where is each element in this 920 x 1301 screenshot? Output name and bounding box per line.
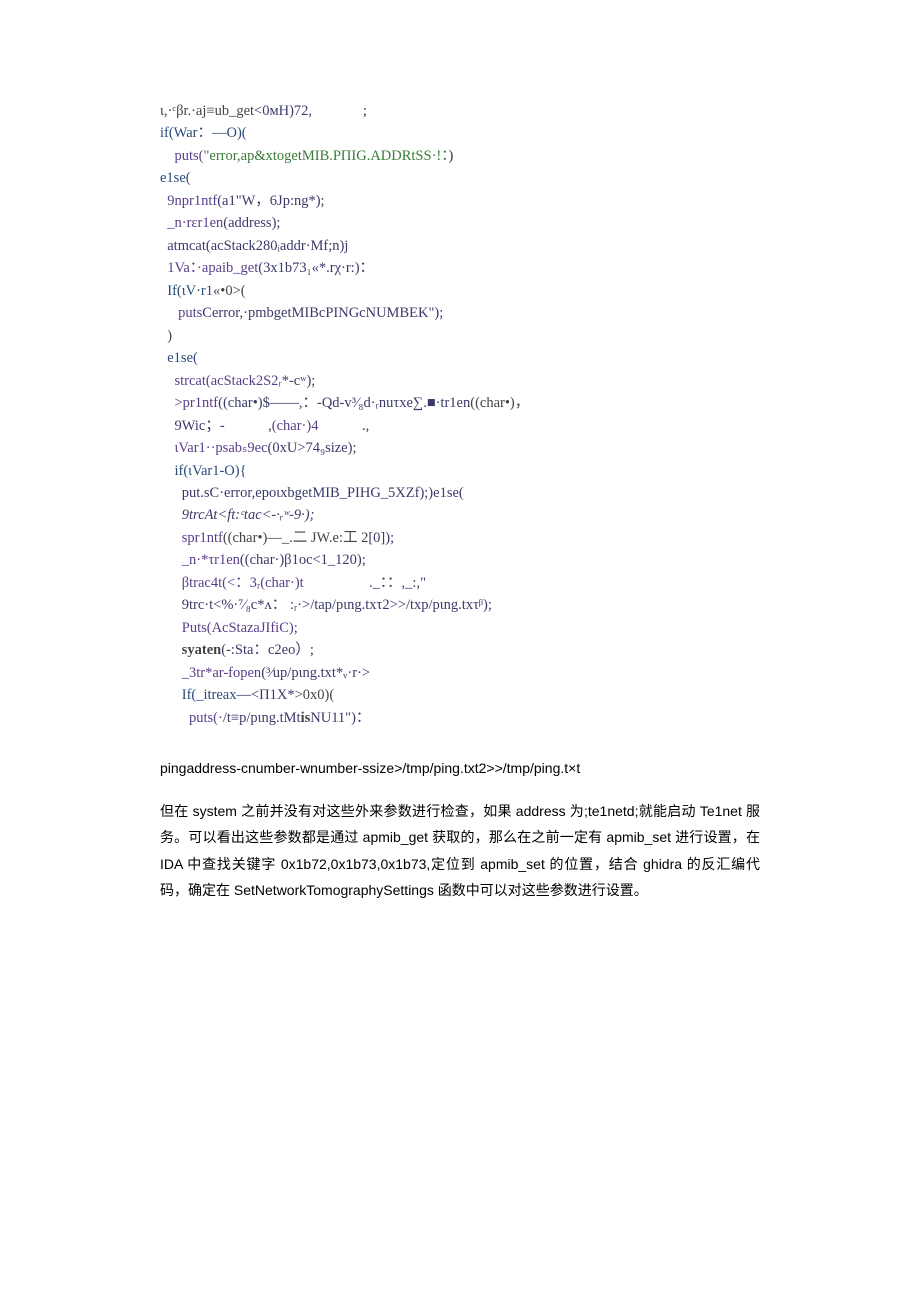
code-line: ι,·ᶜβr.·aj≡ub_get<0ᴍH)72, ; — [160, 103, 367, 119]
code-line: e1se( — [160, 170, 191, 186]
code-line: Puts(AcStazaJIfiC); — [160, 620, 298, 636]
code-line: βtrac4t(<：3ᵣ(char·)t ._：：,_:," — [160, 575, 426, 591]
code-line: _n·*τr1en((char·)β1oc<1_120); — [160, 552, 366, 568]
code-line: atmcat(acStack280ᵢaddr·Mf;n)j — [160, 238, 348, 254]
code-line: puts("error,ap&xtogetMIB.PΠIG.ADDRtSS·!：… — [160, 148, 453, 164]
code-block: ι,·ᶜβr.·aj≡ub_get<0ᴍH)72, ; if(War：—O)( … — [160, 100, 760, 729]
code-line: 9npr1ntf(a1"W，6Jp:ng*); — [160, 193, 325, 209]
code-line: If(_itreax—<Π1X*>0x0)( — [160, 687, 334, 703]
code-line: If(ιV·r1«•0>( — [160, 283, 246, 299]
code-line: if(ιVar1-O){ — [160, 463, 247, 479]
code-line: if(War：—O)( — [160, 125, 247, 141]
code-line: _n·rεr1en(address); — [160, 215, 280, 231]
code-line: ) — [160, 328, 172, 344]
code-line: 9Wic；- ,(char·)4 ., — [160, 418, 369, 434]
code-line: >pr1ntf((char•)$——,：-Qd-v³⁄₈d·ᵣnuτxe∑.■·… — [160, 395, 529, 411]
code-line: spr1ntf((char•)—_.二 JW.e:工 2[0]); — [160, 530, 394, 546]
command-caption: pingaddress-cnumber-wnumber-ssize>/tmp/p… — [160, 757, 760, 779]
explanation-paragraph: 但在 system 之前并没有对这些外来参数进行检查，如果 address 为;… — [160, 798, 760, 904]
code-line: 9trcAt<ft:ᶜtac<-·ᵣʷ-9·); — [160, 507, 314, 523]
code-line: _3tr*ar-fopen(³⁄up/pιng.txt*ᵥ·r·> — [160, 665, 370, 681]
code-line: 1Va：·apaib_get(3x1b73₁«*.rχ·r:)： — [160, 260, 374, 276]
code-line: putsCerror,·pmbgetMIBcPINGcNUMBEK"); — [160, 305, 443, 321]
code-line: strcat(acStack2S2ᵣ*-cʷ); — [160, 373, 315, 389]
code-line: syaten(-:Sta：c2eo）; — [160, 642, 314, 658]
code-line: 9trc·t<%·⁷⁄₈c*ᴧ： :ᵣ·>/tap/pιng.txτ2>>/tx… — [160, 597, 492, 613]
code-line: e1se( — [160, 350, 198, 366]
code-line: puts(·/t≡p/pιng.tMtisNU11")： — [160, 710, 370, 726]
code-line: put.sC·error,epoιxbgetMIB_PIHG_5XZf);)e1… — [160, 485, 464, 501]
code-line: ιVar1··psabₛ9ec(0xU>74₉size); — [160, 440, 356, 456]
